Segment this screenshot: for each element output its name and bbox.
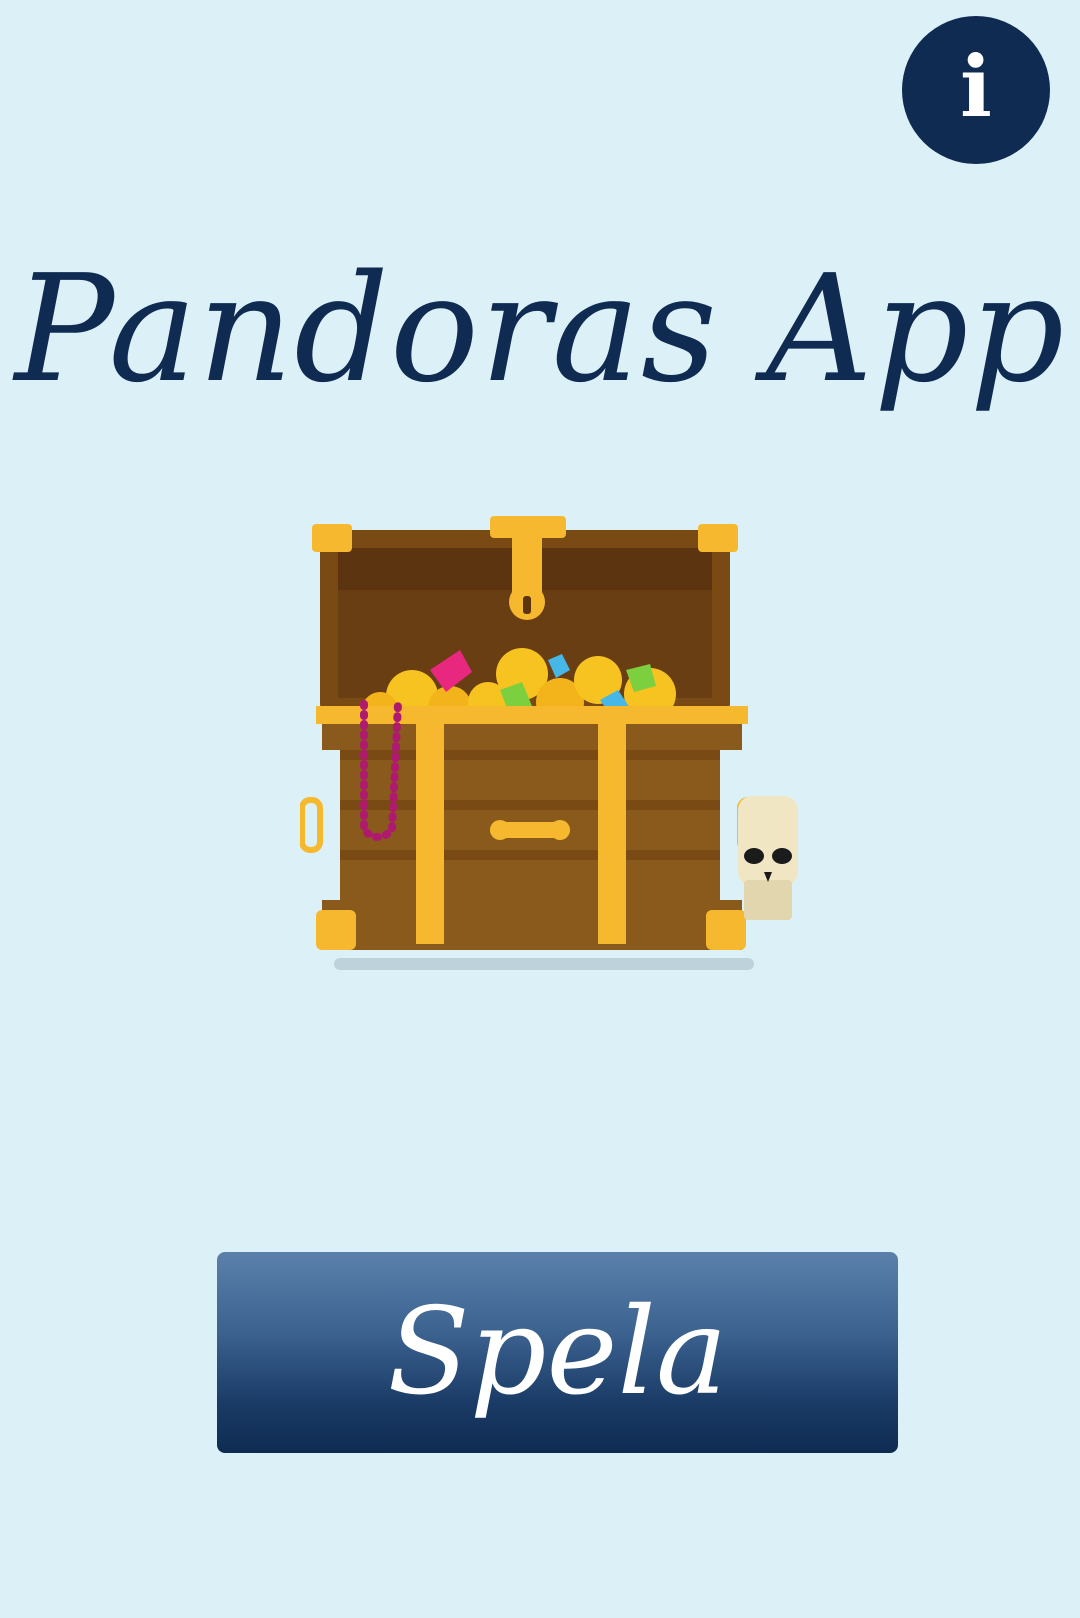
skull-icon [738, 796, 798, 920]
chest-body [300, 706, 761, 950]
app-title: Pandoras App [14, 243, 1066, 415]
treasure-chest-illustration [300, 516, 798, 970]
play-button[interactable]: Spela [217, 1252, 898, 1453]
info-button[interactable]: i [902, 16, 1050, 164]
info-icon: i [960, 37, 992, 136]
